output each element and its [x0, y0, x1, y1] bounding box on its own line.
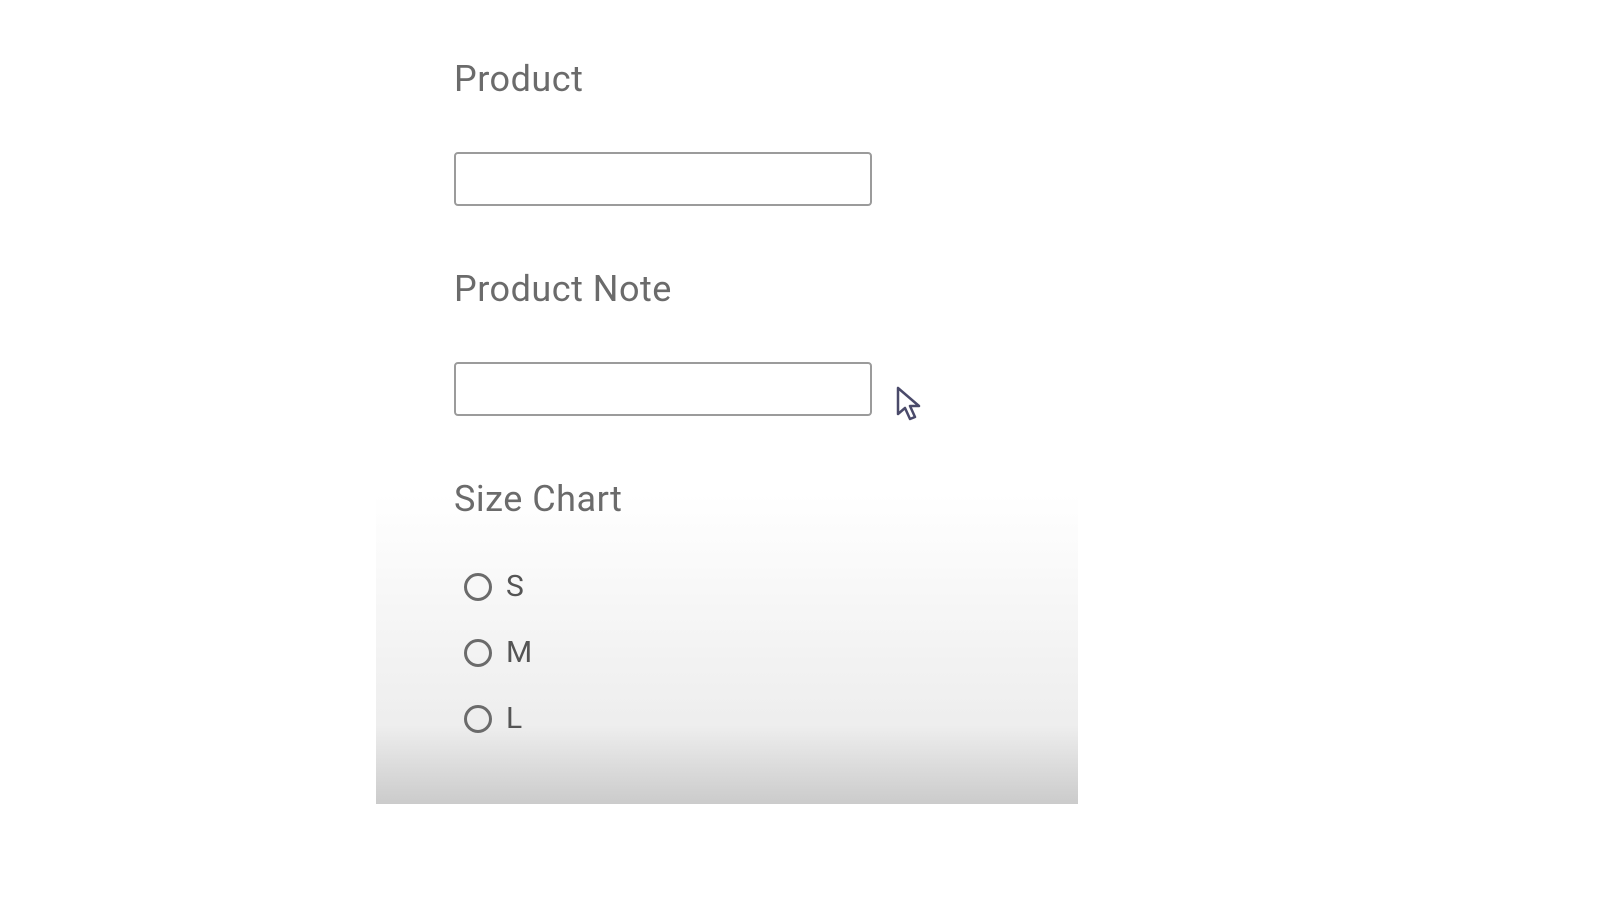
radio-icon [464, 573, 492, 601]
radio-icon [464, 705, 492, 733]
size-radio-l[interactable]: L [464, 704, 1154, 734]
size-chart-label: Size Chart [454, 478, 1154, 520]
radio-label: L [506, 704, 523, 734]
product-input[interactable] [454, 152, 872, 206]
size-radio-s[interactable]: S [464, 572, 1154, 602]
radio-label: M [506, 638, 533, 668]
size-radio-group: S M L [454, 572, 1154, 734]
radio-icon [464, 639, 492, 667]
product-note-label: Product Note [454, 268, 1154, 310]
product-label: Product [454, 58, 1154, 100]
size-radio-m[interactable]: M [464, 638, 1154, 668]
product-note-input[interactable] [454, 362, 872, 416]
radio-label: S [506, 572, 525, 602]
product-form: Product Product Note Size Chart S M L [454, 58, 1154, 770]
